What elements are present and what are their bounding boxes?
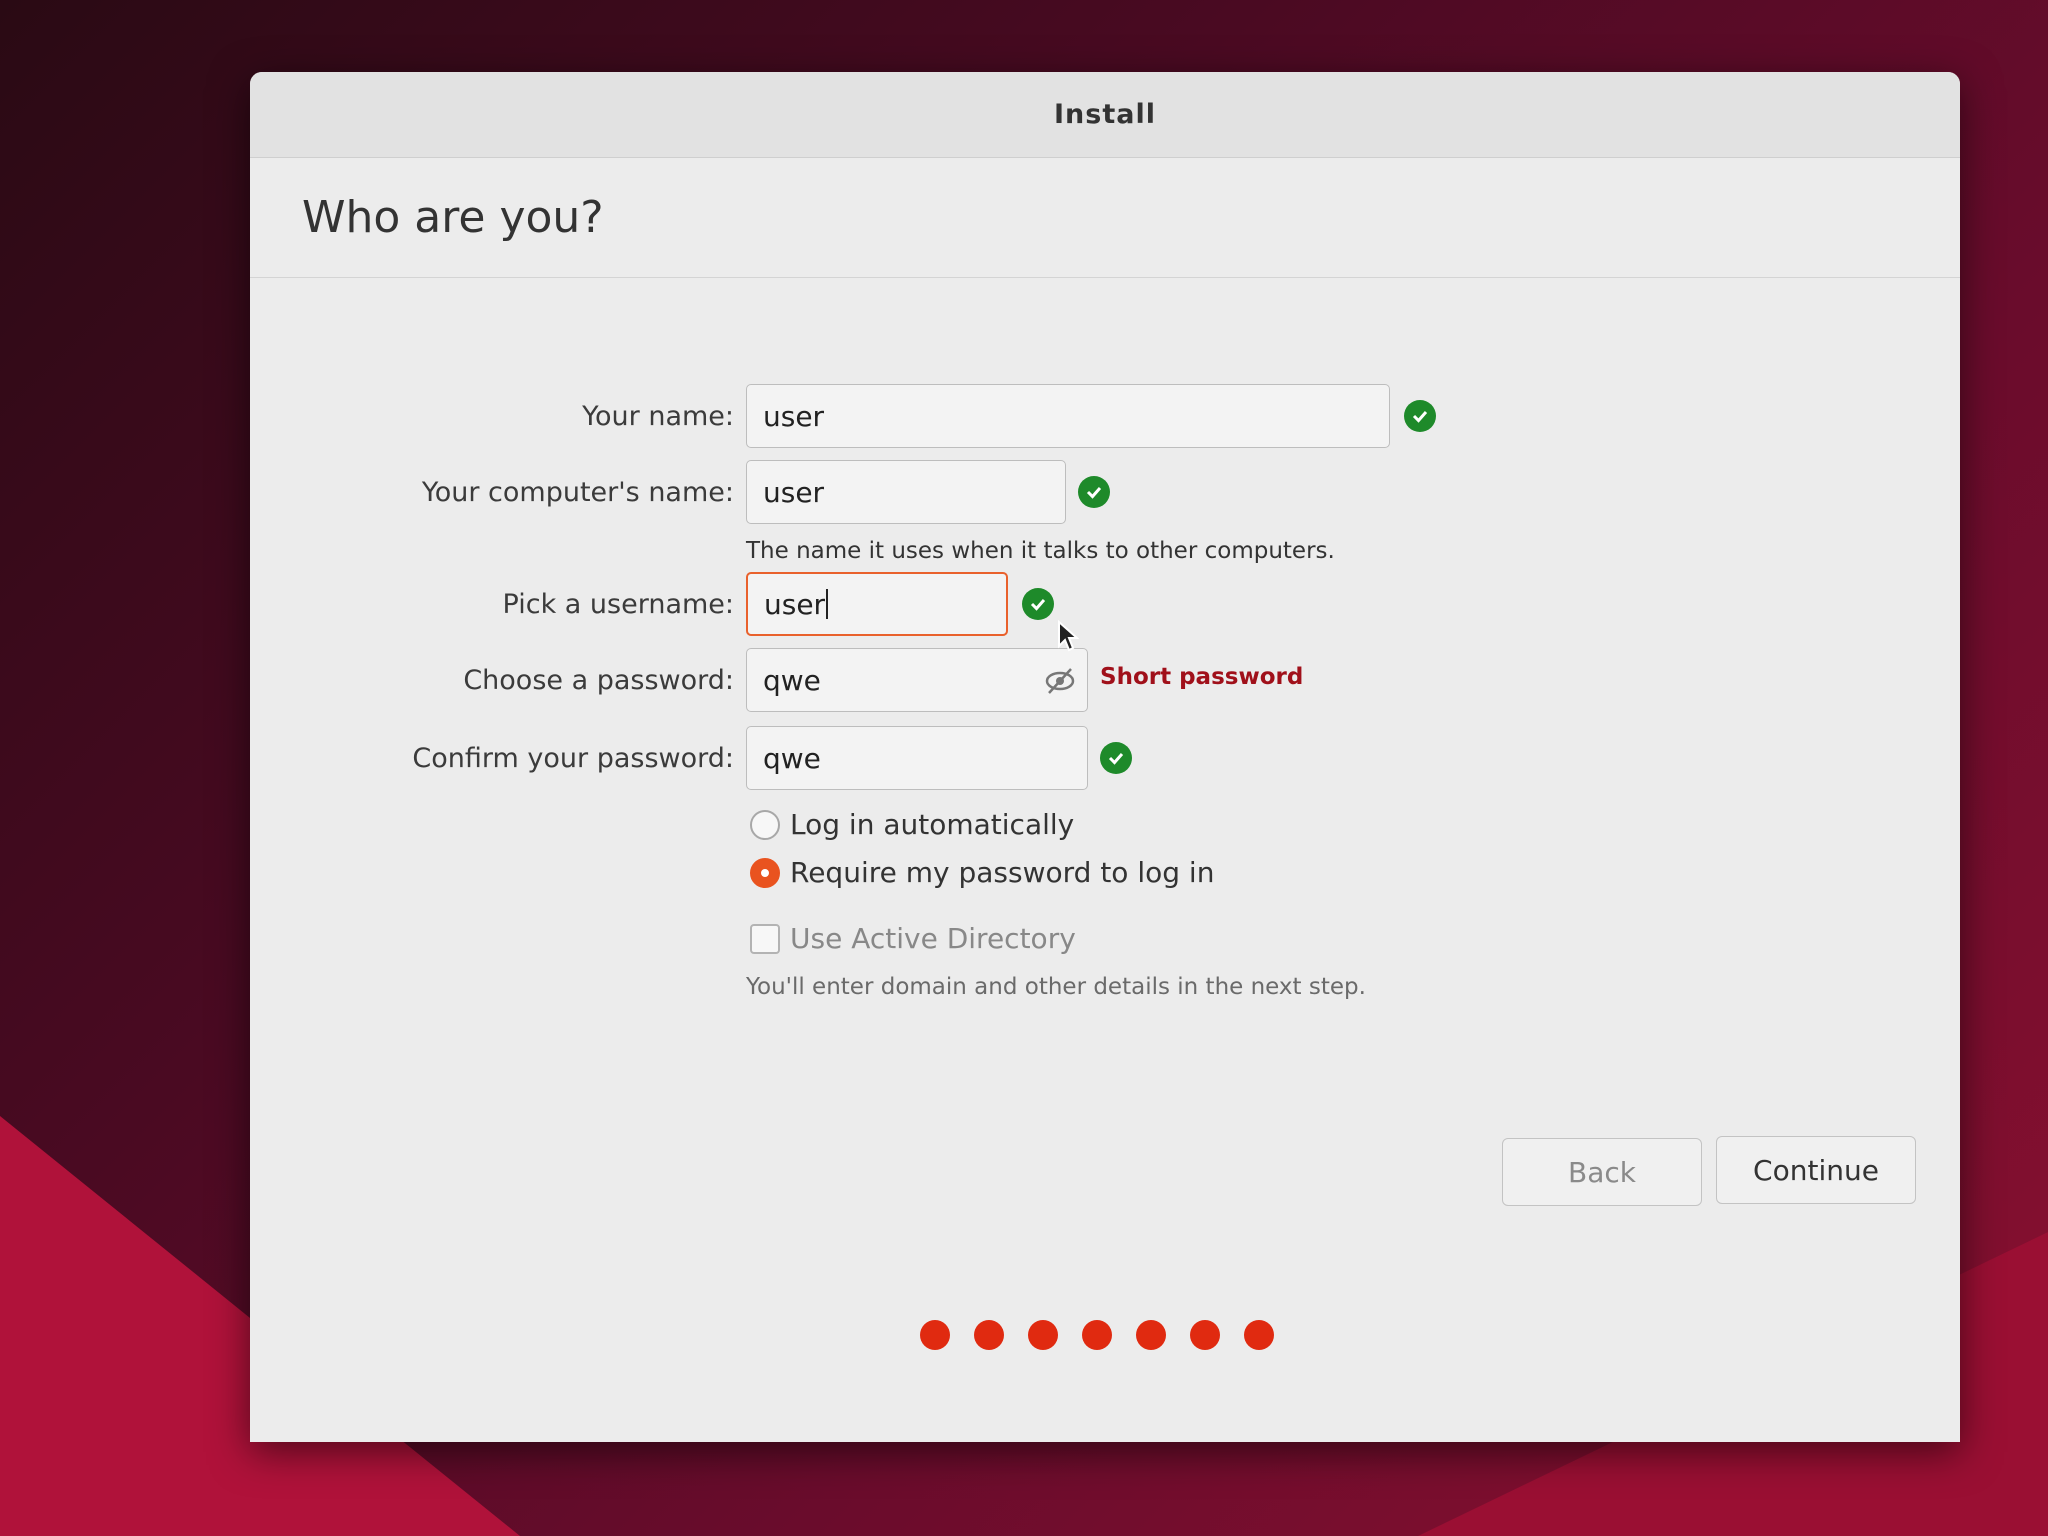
- name-ok-icon: [1404, 400, 1436, 432]
- mouse-pointer-icon: [1057, 619, 1080, 656]
- continue-button[interactable]: Continue: [1716, 1136, 1916, 1204]
- confirm-label: Confirm your password:: [412, 742, 734, 774]
- text-caret: [826, 589, 829, 619]
- username-field[interactable]: user: [746, 572, 1008, 636]
- username-value: user: [764, 587, 826, 621]
- name-field[interactable]: user: [746, 384, 1390, 448]
- back-button[interactable]: Back: [1502, 1138, 1702, 1206]
- login-require-radio[interactable]: [750, 857, 780, 888]
- show-password-icon[interactable]: [1043, 665, 1077, 697]
- name-label: Your name:: [582, 400, 734, 432]
- login-auto-radio[interactable]: [750, 809, 780, 840]
- title-bar[interactable]: Install: [250, 72, 1960, 158]
- active-directory-hint: You'll enter domain and other details in…: [746, 974, 1366, 1000]
- username-row: Pick a username: user: [250, 572, 1960, 636]
- confirm-password-field[interactable]: qwe: [746, 726, 1088, 790]
- window-title: Install: [1054, 99, 1156, 130]
- progress-dot: [1244, 1320, 1274, 1350]
- username-ok-icon: [1022, 588, 1054, 620]
- computer-name-field[interactable]: user: [746, 460, 1066, 524]
- progress-dot: [1082, 1320, 1112, 1350]
- name-value: user: [763, 399, 825, 433]
- password-row: Choose a password: qwe Short password: [250, 648, 1960, 712]
- progress-dot: [1190, 1320, 1220, 1350]
- password-value: qwe: [763, 663, 821, 697]
- login-auto-option[interactable]: Log in automatically: [750, 808, 1074, 841]
- progress-dot: [920, 1320, 950, 1350]
- computer-ok-icon: [1078, 476, 1110, 508]
- login-require-label: Require my password to log in: [790, 856, 1215, 889]
- password-field[interactable]: qwe: [746, 648, 1088, 712]
- progress-dot: [1136, 1320, 1166, 1350]
- confirm-row: Confirm your password: qwe: [250, 726, 1960, 790]
- page-title: Who are you?: [302, 192, 604, 243]
- confirm-ok-icon: [1100, 742, 1132, 774]
- computer-hint: The name it uses when it talks to other …: [746, 538, 1335, 564]
- page-header: Who are you?: [250, 158, 1960, 278]
- password-warning: Short password: [1100, 664, 1304, 690]
- active-directory-label: Use Active Directory: [790, 922, 1076, 955]
- progress-dot: [974, 1320, 1004, 1350]
- computer-label: Your computer's name:: [421, 476, 734, 508]
- name-row: Your name: user: [250, 384, 1960, 448]
- password-label: Choose a password:: [463, 664, 734, 696]
- login-require-option[interactable]: Require my password to log in: [750, 856, 1214, 889]
- username-label: Pick a username:: [502, 588, 734, 620]
- computer-row: Your computer's name: user: [250, 460, 1960, 524]
- login-auto-label: Log in automatically: [790, 808, 1075, 841]
- installer-window: Install Who are you? Your name: user You…: [250, 72, 1960, 1442]
- confirm-value: qwe: [763, 741, 821, 775]
- computer-value: user: [763, 475, 825, 509]
- active-directory-option[interactable]: Use Active Directory: [750, 922, 1076, 955]
- active-directory-checkbox[interactable]: [750, 923, 780, 954]
- progress-dot: [1028, 1320, 1058, 1350]
- progress-dots: [920, 1320, 1298, 1350]
